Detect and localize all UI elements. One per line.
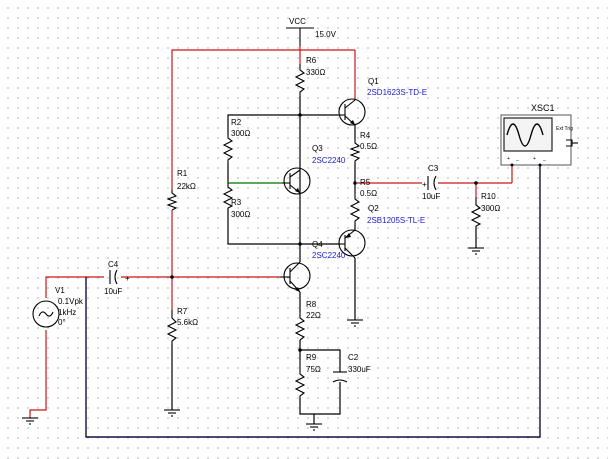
r9-ref: R9 bbox=[306, 353, 317, 362]
ground-icon bbox=[347, 319, 363, 327]
ground-icon bbox=[306, 423, 322, 431]
capacitor-c2[interactable]: C2 330uF bbox=[332, 353, 371, 383]
r3-ref: R3 bbox=[231, 198, 242, 207]
vcc-label: VCC bbox=[289, 17, 306, 26]
r9-value: 75Ω bbox=[306, 365, 321, 374]
q3-ref: Q3 bbox=[312, 144, 323, 153]
q4-model: 2SC2240 bbox=[312, 251, 346, 260]
q2-ref: Q2 bbox=[368, 204, 379, 213]
schematic-canvas[interactable]: VCC 15.0V R6 330Ω R2 300Ω R3 300Ω R1 22k… bbox=[0, 0, 608, 459]
c2-ref: C2 bbox=[348, 353, 359, 362]
vcc-value: 15.0V bbox=[315, 30, 337, 39]
c3-value: 10uF bbox=[422, 192, 440, 201]
r7-value: 5.6kΩ bbox=[177, 318, 198, 327]
r2-value: 300Ω bbox=[231, 129, 250, 138]
transistor-q1[interactable]: Q1 2SD1623S-TD-E bbox=[338, 77, 427, 126]
svg-text:+: + bbox=[533, 156, 536, 162]
ground-icon bbox=[22, 417, 38, 425]
vcc-terminal[interactable]: VCC 15.0V bbox=[286, 17, 337, 46]
scope-title: XSC1 bbox=[531, 103, 555, 113]
c4-ref: C4 bbox=[108, 260, 119, 269]
r5-ref: R5 bbox=[360, 178, 371, 187]
r2-ref: R2 bbox=[231, 118, 242, 127]
resistor-r7[interactable]: R7 5.6kΩ bbox=[166, 307, 198, 344]
v1-ref: V1 bbox=[55, 286, 65, 295]
oscilloscope-xsc1[interactable]: XSC1 Ext Trig + _ + _ bbox=[500, 103, 578, 167]
svg-text:_: _ bbox=[515, 156, 519, 162]
r10-ref: R10 bbox=[481, 192, 496, 201]
v1-amp: 0.1Vpk bbox=[58, 297, 84, 306]
r7-ref: R7 bbox=[177, 307, 188, 316]
q4-ref: Q4 bbox=[312, 240, 323, 249]
q3-model: 2SC2240 bbox=[312, 156, 346, 165]
ground-symbols bbox=[22, 247, 484, 431]
scope-screen bbox=[503, 117, 553, 152]
transistor-q4[interactable]: Q4 2SC2240 bbox=[280, 240, 346, 293]
r3-value: 300Ω bbox=[231, 210, 250, 219]
schematic-svg: VCC 15.0V R6 330Ω R2 300Ω R3 300Ω R1 22k… bbox=[22, 17, 578, 438]
r4-value: 0.5Ω bbox=[360, 142, 377, 151]
q2-model: 2SB1205S-TL-E bbox=[367, 216, 425, 225]
wires-black bbox=[171, 96, 477, 424]
capacitor-c4[interactable]: + C4 10uF bbox=[104, 260, 130, 296]
svg-text:+: + bbox=[125, 274, 130, 283]
r8-ref: R8 bbox=[306, 300, 317, 309]
r10-value: 300Ω bbox=[481, 204, 500, 213]
wires-red bbox=[29, 46, 513, 418]
junctions bbox=[170, 113, 478, 352]
r4-ref: R4 bbox=[360, 131, 371, 140]
transistor-q2[interactable]: Q2 2SB1205S-TL-E bbox=[338, 204, 425, 259]
svg-text:+: + bbox=[507, 156, 510, 162]
v1-freq: 1kHz bbox=[58, 308, 76, 317]
svg-text:_: _ bbox=[542, 156, 546, 162]
transistor-q3[interactable]: Q3 2SC2240 bbox=[282, 144, 346, 195]
v1-phase: 0° bbox=[58, 318, 66, 327]
r5-value: 0.5Ω bbox=[360, 189, 377, 198]
r8-value: 22Ω bbox=[306, 311, 321, 320]
r1-value: 22kΩ bbox=[177, 182, 196, 191]
r1-ref: R1 bbox=[177, 169, 188, 178]
ground-icon bbox=[164, 409, 180, 417]
capacitor-c3[interactable]: + C3 10uF bbox=[422, 164, 440, 201]
c4-value: 10uF bbox=[104, 287, 122, 296]
ac-source-v1[interactable]: V1 0.1Vpk 1kHz 0° bbox=[32, 286, 84, 328]
scope-trig-label: Ext Trig bbox=[556, 126, 573, 132]
r6-value: 330Ω bbox=[306, 68, 325, 77]
svg-text:+: + bbox=[422, 180, 427, 189]
c3-ref: C3 bbox=[428, 164, 439, 173]
c2-value: 330uF bbox=[348, 365, 371, 374]
resistor-r10[interactable]: R10 300Ω bbox=[470, 192, 500, 227]
q1-ref: Q1 bbox=[368, 77, 379, 86]
ground-icon bbox=[468, 247, 484, 255]
q1-model: 2SD1623S-TD-E bbox=[367, 88, 427, 97]
r6-ref: R6 bbox=[306, 56, 317, 65]
